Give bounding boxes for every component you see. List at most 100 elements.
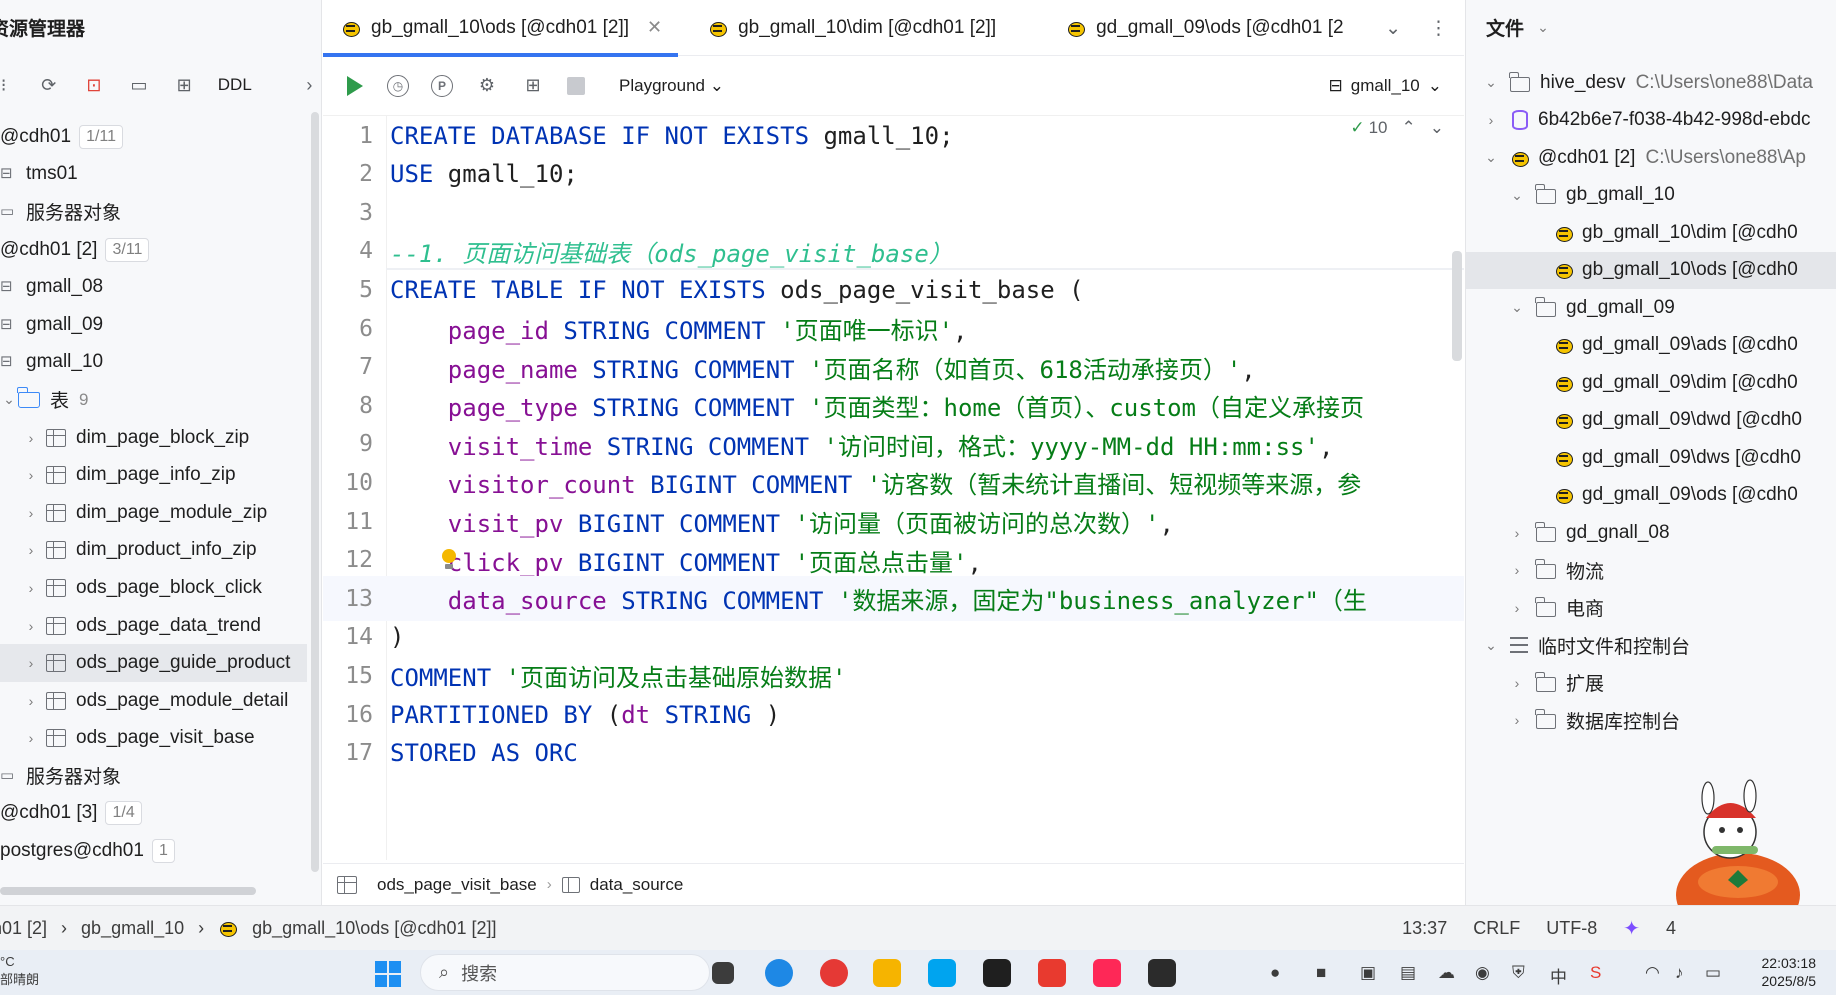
- file-tree-item[interactable]: › 6b42b6e7-f038-4b42-998d-ebdc: [1466, 102, 1836, 140]
- chevron-right-icon[interactable]: ›: [22, 505, 40, 521]
- shield-icon[interactable]: ⛨: [1512, 963, 1525, 983]
- status-crumb[interactable]: h01 [2]: [0, 918, 47, 939]
- tree-item-cdh01[interactable]: @cdh01 1/11: [0, 118, 307, 156]
- file-tree-item-selected[interactable]: gb_gmall_10\ods [@cdh0: [1466, 251, 1836, 289]
- tree-item-table[interactable]: › ods_page_visit_base: [0, 720, 307, 758]
- tab-gb-gmall-10-ods[interactable]: gb_gmall_10\ods [@cdh01 [2]] ✕: [323, 0, 679, 57]
- windows-start-icon[interactable]: [375, 961, 401, 987]
- terminal-icon[interactable]: [1148, 959, 1176, 987]
- tab-gb-gmall-10-dim[interactable]: gb_gmall_10\dim [@cdh01 [2]]: [690, 0, 1012, 56]
- cloud-icon[interactable]: ☁: [1438, 963, 1455, 983]
- file-tree-item[interactable]: gd_gmall_09\ods [@cdh0: [1466, 477, 1836, 515]
- chevron-down-icon[interactable]: ⌄: [1482, 637, 1500, 654]
- stop-icon[interactable]: [567, 76, 585, 95]
- code-area[interactable]: ✓ 10 ⌃ ⌄ 1 CREATE DATABASE IF NOT EXISTS …: [323, 116, 1464, 860]
- console-icon[interactable]: ▭: [127, 73, 150, 97]
- tree-item-server-objects[interactable]: ▭ 服务器对象: [0, 193, 307, 231]
- files-panel-header[interactable]: 文件 ⌄: [1466, 0, 1836, 54]
- chevron-right-icon[interactable]: ›: [22, 542, 40, 558]
- battery-icon[interactable]: ▭: [1705, 963, 1721, 983]
- chevron-up-icon[interactable]: ⌃: [1402, 118, 1416, 138]
- chevron-right-icon[interactable]: ›: [1508, 525, 1526, 541]
- tree-item-gmall-08[interactable]: ⊟ gmall_08: [0, 268, 307, 306]
- ddl-button[interactable]: DDL: [218, 75, 252, 95]
- qq-icon[interactable]: ◉: [1475, 963, 1490, 983]
- file-tree-item[interactable]: gb_gmall_10\dim [@cdh0: [1466, 214, 1836, 252]
- line-separator[interactable]: CRLF: [1473, 918, 1520, 939]
- schema-selector[interactable]: ⊟ gmall_10 ⌄: [1329, 56, 1443, 116]
- disconnect-icon[interactable]: ⊡: [82, 73, 105, 97]
- file-tree-item[interactable]: › 数据库控制台: [1466, 702, 1836, 740]
- file-tree-item[interactable]: gd_gmall_09\ads [@cdh0: [1466, 327, 1836, 365]
- tree-item-table[interactable]: › ods_page_block_click: [0, 569, 307, 607]
- input-method-icon[interactable]: 中: [1550, 963, 1567, 988]
- file-tree-item[interactable]: ⌄ @cdh01 [2] C:\Users\one88\Ap: [1466, 139, 1836, 177]
- intellij-icon[interactable]: [1093, 959, 1121, 987]
- chevron-right-icon[interactable]: ›: [298, 73, 321, 97]
- chrome-icon[interactable]: [820, 959, 848, 987]
- caret-position[interactable]: 13:37: [1402, 918, 1447, 939]
- chevron-down-icon[interactable]: ⌄: [1508, 299, 1526, 316]
- tree-item-table[interactable]: › dim_product_info_zip: [0, 532, 307, 570]
- tree-item-table[interactable]: › dim_page_block_zip: [0, 419, 307, 457]
- file-tree-item[interactable]: › 电商: [1466, 589, 1836, 627]
- tree-item-tables[interactable]: ⌄ 表 9: [0, 381, 307, 419]
- breadcrumb-table[interactable]: ods_page_visit_base: [377, 875, 537, 895]
- chevron-right-icon[interactable]: ›: [22, 730, 40, 746]
- wechat-icon[interactable]: ●: [1270, 963, 1280, 983]
- chevron-down-icon[interactable]: ⌄: [0, 391, 18, 408]
- refresh-icon[interactable]: ⟳: [37, 73, 60, 97]
- file-explorer-icon[interactable]: [873, 959, 901, 987]
- tray-app-icon[interactable]: S: [1590, 963, 1601, 983]
- explain-plan-icon[interactable]: P: [431, 74, 453, 97]
- table-view-icon[interactable]: ⊞: [173, 73, 196, 97]
- history-icon[interactable]: ◷: [387, 74, 409, 97]
- explorer-horizontal-scrollbar[interactable]: [0, 887, 256, 895]
- new-icon[interactable]: ⁝: [0, 73, 15, 97]
- file-tree-item[interactable]: › gd_gnall_08: [1466, 514, 1836, 552]
- tree-item-gmall-10[interactable]: ⊟ gmall_10: [0, 344, 307, 382]
- weather-widget[interactable]: °C 部晴朗: [0, 953, 39, 989]
- file-encoding[interactable]: UTF-8: [1546, 918, 1597, 939]
- file-tree-item[interactable]: ⌄ hive_desv C:\Users\one88\Data: [1466, 64, 1836, 102]
- edge-icon[interactable]: [765, 959, 793, 987]
- explorer-vertical-scrollbar[interactable]: [311, 112, 319, 872]
- chevron-right-icon[interactable]: ›: [1508, 675, 1526, 691]
- tray-app-icon[interactable]: ▣: [1360, 963, 1376, 983]
- file-tree-item[interactable]: ⌄ gb_gmall_10: [1466, 177, 1836, 215]
- status-crumb[interactable]: gb_gmall_10\ods [@cdh01 [2]]: [252, 918, 496, 939]
- editor-vertical-scrollbar[interactable]: [1452, 251, 1462, 361]
- tree-item-table[interactable]: › dim_page_info_zip: [0, 456, 307, 494]
- indent-setting[interactable]: 4: [1666, 918, 1676, 939]
- ai-assistant-icon[interactable]: ✦: [1623, 916, 1640, 941]
- file-tree-item[interactable]: gd_gmall_09\dwd [@cdh0: [1466, 402, 1836, 440]
- tree-item-gmall-09[interactable]: ⊟ gmall_09: [0, 306, 307, 344]
- tray-app-icon[interactable]: ■: [1316, 963, 1326, 983]
- inspection-widget[interactable]: ✓ 10 ⌃ ⌄: [1350, 118, 1444, 138]
- chevron-down-icon[interactable]: ⌄: [1385, 17, 1401, 40]
- settings-icon[interactable]: ⚙: [475, 74, 499, 98]
- close-icon[interactable]: ✕: [647, 17, 662, 38]
- chevron-right-icon[interactable]: ›: [1508, 600, 1526, 616]
- task-view-icon[interactable]: [712, 962, 734, 984]
- chevron-down-icon[interactable]: ⌄: [1482, 149, 1500, 166]
- status-crumb[interactable]: gb_gmall_10: [81, 918, 184, 939]
- run-icon[interactable]: [345, 75, 365, 97]
- tree-item-tms01[interactable]: ⊟ tms01: [0, 156, 307, 194]
- chevron-right-icon[interactable]: ›: [1508, 562, 1526, 578]
- taskbar-search[interactable]: ⌕ 搜索: [420, 954, 710, 991]
- chevron-right-icon[interactable]: ›: [22, 693, 40, 709]
- file-tree-item[interactable]: ⌄ gd_gmall_09: [1466, 289, 1836, 327]
- chevron-right-icon[interactable]: ›: [22, 655, 40, 671]
- tree-item-postgres[interactable]: postgres@cdh01 1: [0, 832, 307, 870]
- chevron-right-icon[interactable]: ›: [22, 430, 40, 446]
- results-grid-icon[interactable]: ⊞: [521, 74, 545, 98]
- tray-app-icon[interactable]: ▤: [1400, 963, 1416, 983]
- tree-item-cdh01-3[interactable]: @cdh01 [3] 1/4: [0, 795, 307, 833]
- tree-item-table[interactable]: › dim_page_module_zip: [0, 494, 307, 532]
- breadcrumb-column[interactable]: data_source: [590, 875, 684, 895]
- tab-gd-gmall-09-ods[interactable]: gd_gmall_09\ods [@cdh01 [2: [1048, 0, 1359, 56]
- tree-item-table[interactable]: › ods_page_data_trend: [0, 607, 307, 645]
- file-tree-item[interactable]: gd_gmall_09\dws [@cdh0: [1466, 439, 1836, 477]
- wps-icon[interactable]: [1038, 959, 1066, 987]
